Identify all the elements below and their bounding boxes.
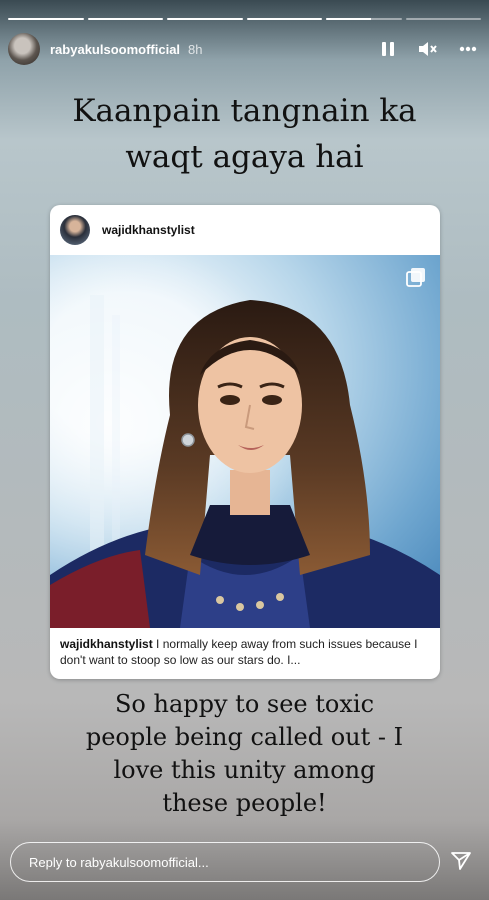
pause-icon[interactable] xyxy=(377,38,399,60)
post-image[interactable] xyxy=(50,255,440,628)
story-controls xyxy=(377,38,479,60)
send-icon[interactable] xyxy=(449,849,473,873)
reply-input[interactable]: Reply to rabyakulsoomofficial... xyxy=(10,842,440,882)
progress-segment xyxy=(326,18,402,20)
story-timestamp: 8h xyxy=(188,41,203,57)
story-username[interactable]: rabyakulsoomofficial xyxy=(50,42,180,57)
post-caption-username[interactable]: wajidkhanstylist xyxy=(60,637,153,651)
shared-post-card[interactable]: wajidkhanstylist wajidkhanstylist I norm… xyxy=(50,205,440,679)
post-caption: wajidkhanstylist I normally keep away fr… xyxy=(50,628,440,668)
mute-icon[interactable] xyxy=(417,38,439,60)
portrait-photo xyxy=(50,255,440,628)
multiple-photos-icon xyxy=(406,267,426,292)
progress-segment xyxy=(8,18,84,20)
progress-segment xyxy=(405,18,481,20)
story-header: rabyakulsoomofficial 8h xyxy=(8,32,479,66)
post-header: wajidkhanstylist xyxy=(50,205,440,255)
post-author-avatar[interactable] xyxy=(60,215,90,245)
story-headline: Kaanpain tangnain ka waqt agaya hai xyxy=(72,93,417,175)
story-caption: So happy to see toxic people being calle… xyxy=(85,690,404,817)
progress-segment xyxy=(87,18,163,20)
progress-segment xyxy=(246,18,322,20)
reply-placeholder: Reply to rabyakulsoomofficial... xyxy=(29,854,209,870)
story-progress-bar xyxy=(8,18,481,20)
profile-avatar[interactable] xyxy=(8,33,40,65)
progress-segment xyxy=(167,18,243,20)
more-options-icon[interactable] xyxy=(457,38,479,60)
post-author-username[interactable]: wajidkhanstylist xyxy=(102,223,195,237)
